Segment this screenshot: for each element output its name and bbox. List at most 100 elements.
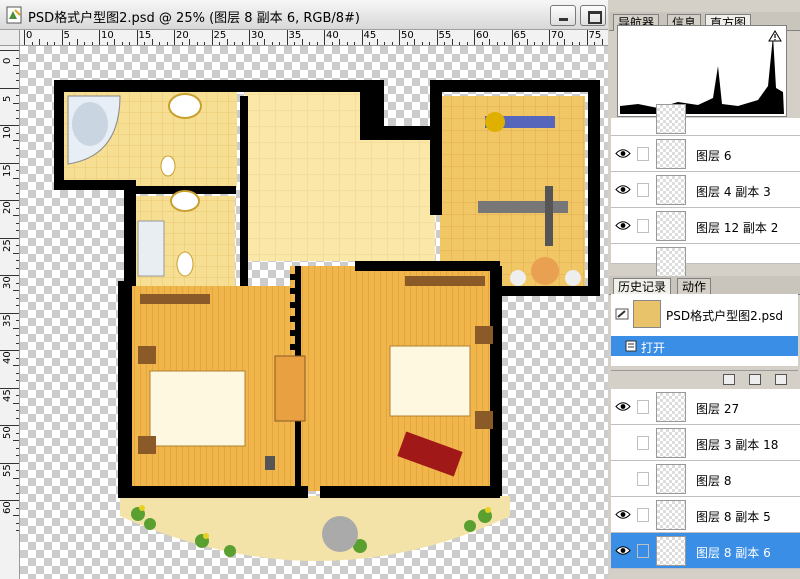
ruler-origin[interactable] (0, 30, 20, 46)
ruler-minor-tick (13, 477, 19, 479)
ruler-minor-tick (466, 42, 468, 45)
ruler-label: 25 (213, 30, 227, 41)
ruler-label: 10 (101, 30, 114, 41)
document-title-bar[interactable]: PSD格式户型图2.psd @ 25% (图层 8 副本 6, RGB/8#) (0, 0, 608, 30)
ruler-minor-tick (534, 42, 535, 45)
eye-icon[interactable] (615, 148, 631, 159)
warning-icon[interactable] (768, 30, 782, 42)
ruler-tick (436, 30, 438, 45)
ruler-minor-tick (226, 39, 228, 45)
ruler-minor-tick (219, 42, 220, 45)
layers-toolbar (609, 570, 800, 579)
layer-thumbnail (656, 247, 686, 277)
image-canvas[interactable] (20, 46, 608, 579)
ruler-label: 0 (26, 30, 33, 41)
layer-link-box[interactable] (637, 400, 649, 414)
eye-icon[interactable] (615, 220, 631, 231)
snapshot-thumbnail (633, 300, 661, 328)
ruler-tick (136, 30, 138, 45)
ruler-minor-tick (13, 290, 19, 291)
history-tabs: 历史记录 动作 (609, 276, 800, 295)
ruler-minor-tick (601, 39, 603, 45)
ruler-minor-tick (256, 42, 258, 45)
ruler-tick (286, 30, 288, 45)
ruler-minor-tick (16, 335, 19, 336)
eye-icon[interactable] (615, 401, 631, 412)
ruler-label: 0 (2, 57, 13, 64)
delete-icon[interactable] (775, 374, 787, 385)
layer-row[interactable]: 图层 8 (611, 461, 800, 497)
eye-icon[interactable] (615, 545, 631, 556)
ruler-minor-tick (16, 507, 19, 509)
layer-row[interactable]: 图层 4 副本 3 (611, 172, 800, 208)
maximize-button[interactable] (580, 5, 606, 26)
new-document-button[interactable] (723, 374, 735, 385)
horizontal-ruler[interactable]: 0 5 10 15 20 25 30 35 40 45 50 55 60 65 70 75 (20, 30, 608, 46)
layer-row[interactable]: 图层 6 (611, 136, 800, 172)
vertical-ruler[interactable]: 0 5 10 15 20 25 30 35 40 45 50 55 60 (0, 46, 20, 579)
ruler-label: 35 (288, 30, 302, 41)
ruler-label: 65 (513, 30, 527, 41)
ruler-tick (0, 87, 19, 89)
layer-link-box[interactable] (637, 436, 649, 450)
layer-row[interactable]: 图层 8 副本 6 (611, 533, 800, 569)
layer-thumbnail (656, 175, 686, 205)
ruler-minor-tick (579, 42, 580, 45)
ruler-minor-tick (451, 39, 453, 45)
ruler-minor-tick (339, 39, 340, 45)
palette-area: 导航器 信息 直方图 图层 6 图层 4 副本 3 图层 12 副本 2 历史记录 … (609, 0, 800, 579)
tab-actions[interactable]: 动作 (677, 278, 712, 295)
ruler-label: 75 (588, 30, 602, 41)
ruler-minor-tick (16, 320, 19, 321)
eye-icon[interactable] (615, 509, 631, 520)
ruler-minor-tick (16, 492, 19, 494)
ruler-label: 30 (2, 276, 13, 289)
ruler-minor-tick (16, 222, 19, 224)
ruler-minor-tick (13, 215, 19, 216)
layer-row[interactable]: 图层 12 副本 2 (611, 208, 800, 244)
layer-thumbnail (656, 211, 686, 241)
ruler-tick (211, 30, 213, 45)
layer-link-box[interactable] (637, 544, 649, 558)
layer-row[interactable]: 图层 3 副本 18 (611, 425, 800, 461)
layer-link-box[interactable] (637, 147, 649, 161)
ruler-minor-tick (481, 42, 483, 45)
ruler-minor-tick (16, 530, 19, 531)
history-list: PSD格式户型图2.psd 打开 (611, 294, 798, 366)
layer-row[interactable]: 图层 27 (611, 389, 800, 425)
ruler-tick (399, 30, 400, 45)
ruler-minor-tick (541, 42, 543, 45)
ruler-minor-tick (76, 39, 78, 45)
history-snapshot[interactable]: PSD格式户型图2.psd (611, 298, 798, 332)
tab-history[interactable]: 历史记录 (613, 278, 672, 295)
layer-link-box[interactable] (637, 508, 649, 522)
new-snapshot-button[interactable] (749, 374, 761, 385)
ruler-minor-tick (241, 42, 243, 45)
layer-link-box[interactable] (637, 472, 649, 486)
ruler-minor-tick (189, 39, 190, 45)
minimize-button[interactable] (550, 5, 576, 26)
visibility-toggle[interactable] (615, 437, 631, 448)
ruler-minor-tick (54, 42, 55, 45)
layer-row-partial[interactable] (611, 244, 800, 277)
ruler-label: 5 (63, 30, 70, 41)
ruler-minor-tick (331, 42, 333, 45)
layer-link-box[interactable] (637, 183, 649, 197)
layer-row[interactable]: 图层 8 副本 5 (611, 497, 800, 533)
ruler-minor-tick (46, 42, 48, 45)
eye-icon[interactable] (615, 184, 631, 195)
ruler-label: 45 (2, 388, 13, 402)
layer-link-box[interactable] (637, 219, 649, 233)
ruler-minor-tick (264, 39, 265, 45)
ruler-minor-tick (16, 522, 19, 524)
ruler-minor-tick (16, 432, 19, 434)
layer-row-partial[interactable] (611, 104, 800, 136)
visibility-toggle[interactable] (615, 473, 631, 484)
ruler-minor-tick (13, 102, 19, 104)
ruler-minor-tick (526, 39, 528, 45)
layer-name: 图层 27 (696, 402, 740, 416)
ruler-minor-tick (16, 230, 19, 231)
ruler-minor-tick (496, 42, 498, 45)
ruler-minor-tick (354, 42, 355, 45)
history-step-open[interactable]: 打开 (611, 336, 798, 356)
